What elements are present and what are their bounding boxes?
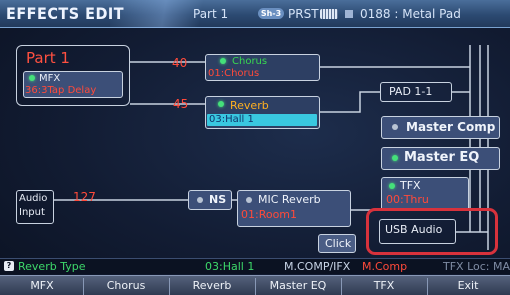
keyboard-icon bbox=[320, 9, 338, 19]
gray-led-icon bbox=[392, 124, 398, 130]
parameter-icon: ? bbox=[4, 261, 14, 271]
preset-mode: PRST bbox=[288, 7, 319, 21]
parameter-value: 03:Hall 1 bbox=[205, 260, 255, 273]
screen-title: EFFECTS EDIT bbox=[6, 4, 125, 23]
reverb-name: Reverb bbox=[230, 99, 269, 112]
fn-button-mfx[interactable]: MFX bbox=[2, 278, 82, 295]
audio-input-label-line2: Input bbox=[19, 207, 45, 218]
audio-input-level[interactable]: 127 bbox=[73, 190, 96, 204]
gray-led-icon bbox=[246, 197, 252, 203]
tfx-location: TFX Loc: MAIN bbox=[443, 260, 510, 273]
pad-badge: Sh-3 bbox=[258, 8, 284, 19]
master-eq-label: Master EQ bbox=[404, 150, 480, 165]
ns-label: NS bbox=[209, 193, 227, 206]
fn-button-exit[interactable]: Exit bbox=[428, 278, 508, 295]
effects-edit-screen: EFFECTS EDIT Part 1 Sh-3 PRST 0188 : Met… bbox=[0, 0, 510, 295]
tfx-name: TFX bbox=[400, 179, 421, 192]
chorus-type: 01:Chorus bbox=[208, 68, 260, 79]
fn-button-chorus[interactable]: Chorus bbox=[84, 278, 168, 295]
green-led-icon bbox=[220, 58, 226, 64]
reverb-send-level[interactable]: 45 bbox=[173, 97, 188, 111]
mic-reverb-type: 01:Room1 bbox=[241, 208, 298, 221]
usb-audio-highlight-ring bbox=[366, 208, 498, 255]
reverb-type: 03:Hall 1 bbox=[209, 114, 254, 125]
green-led-icon bbox=[218, 101, 224, 107]
green-led-icon bbox=[389, 183, 395, 189]
pad-label: PAD 1-1 bbox=[389, 85, 433, 98]
chorus-send-level[interactable]: 40 bbox=[172, 56, 187, 70]
click-label: Click bbox=[325, 237, 352, 250]
mfx-name: MFX bbox=[39, 73, 61, 84]
tfx-type: 00:Thru bbox=[386, 193, 429, 206]
title-part: Part 1 bbox=[193, 7, 229, 21]
line-reverb-pad bbox=[320, 91, 380, 113]
square-icon bbox=[345, 10, 353, 18]
green-led-icon bbox=[392, 155, 398, 161]
fn-button-tfx[interactable]: TFX bbox=[342, 278, 426, 295]
fn-button-master-eq[interactable]: Master EQ bbox=[256, 278, 340, 295]
patch-name: 0188 : Metal Pad bbox=[360, 7, 461, 21]
mfx-type: 36:3Tap Delay bbox=[25, 85, 97, 96]
chorus-name: Chorus bbox=[232, 56, 268, 67]
part1-label: Part 1 bbox=[26, 49, 70, 67]
gray-led-icon bbox=[197, 197, 203, 203]
audio-input-label-line1: Audio bbox=[19, 193, 48, 204]
routing-value: M.Comp bbox=[362, 260, 408, 273]
fn-button-reverb[interactable]: Reverb bbox=[170, 278, 254, 295]
green-led-icon bbox=[29, 75, 35, 81]
title-bar: EFFECTS EDIT Part 1 Sh-3 PRST 0188 : Met… bbox=[0, 0, 510, 28]
routing-label: M.COMP/IFX bbox=[284, 260, 351, 273]
master-comp-label: Master Comp bbox=[406, 120, 496, 134]
mic-reverb-name: MIC Reverb bbox=[258, 193, 321, 206]
parameter-name: Reverb Type bbox=[18, 260, 86, 273]
